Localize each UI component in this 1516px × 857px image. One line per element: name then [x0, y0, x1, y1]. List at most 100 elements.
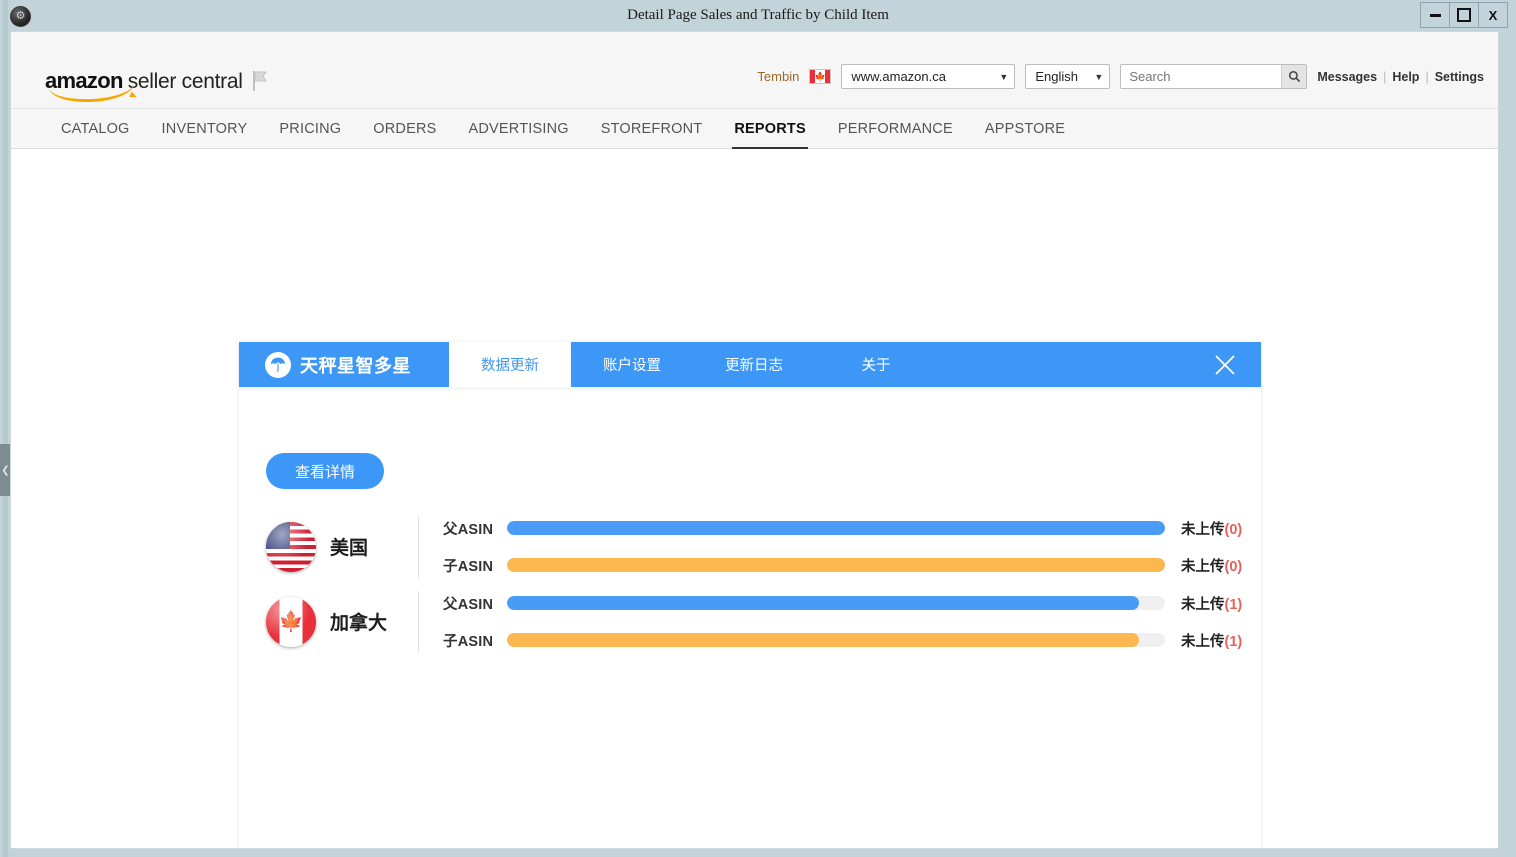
- upload-status-count: (0): [1224, 521, 1243, 538]
- upload-status-label: 未上传(1): [1181, 593, 1242, 614]
- language-select-value: English: [1035, 69, 1078, 84]
- progress-track: [507, 633, 1165, 647]
- dialog-tabbar: 天秤星智多星 数据更新 账户设置 更新日志 关于: [239, 342, 1261, 387]
- progress-fill: [507, 521, 1165, 535]
- dialog-logo-text: 天秤星智多星: [300, 355, 411, 376]
- country-row: 🍁 加拿大 父ASIN 未上传(1) 子ASIN 未上传(1): [266, 584, 1242, 659]
- window-title: Detail Page Sales and Traffic by Child I…: [627, 7, 889, 23]
- asin-type-label: 子ASIN: [443, 633, 494, 650]
- chevron-left-icon: ❮: [1, 464, 10, 476]
- upload-status-text: 未上传: [1181, 558, 1225, 575]
- seller-central-header: amazon seller central Tembin www.amazon.…: [11, 32, 1498, 109]
- link-separator: |: [1425, 69, 1429, 84]
- canada-flag-icon: 🍁: [266, 596, 316, 647]
- dialog-panel: 查看详情 美国 父ASIN 未上传(0) 子ASIN 未上传(0) 🍁 加拿大 父ASIN 未上…: [239, 390, 1261, 848]
- amazon-seller-central-logo[interactable]: amazon seller central: [45, 68, 243, 105]
- upload-status-text: 未上传: [1181, 521, 1225, 538]
- flag-icon: [253, 71, 267, 91]
- chevron-down-icon: ▼: [999, 71, 1009, 82]
- amazon-smile-icon: [48, 82, 136, 105]
- asin-type-label: 父ASIN: [443, 596, 494, 613]
- help-link[interactable]: Help: [1392, 70, 1419, 84]
- country-progress-list: 美国 父ASIN 未上传(0) 子ASIN 未上传(0) 🍁 加拿大 父ASIN 未上传(1) 子…: [266, 509, 1242, 659]
- search-icon: [1288, 70, 1300, 83]
- view-detail-button[interactable]: 查看详情: [266, 453, 384, 489]
- close-button[interactable]: X: [1478, 2, 1508, 28]
- asin-progress-group: 父ASIN 未上传(1) 子ASIN 未上传(1): [418, 590, 1242, 653]
- chevron-down-icon: ▼: [1094, 71, 1104, 82]
- country-identity: 美国: [266, 521, 418, 572]
- upload-status-text: 未上传: [1181, 596, 1225, 613]
- marketplace-select[interactable]: www.amazon.ca ▼: [841, 64, 1016, 89]
- upload-status-count: (1): [1224, 596, 1243, 613]
- link-separator: |: [1383, 69, 1387, 84]
- dialog-close-button[interactable]: [1205, 342, 1245, 387]
- upload-status-label: 未上传(1): [1181, 630, 1242, 651]
- dialog-tab-2[interactable]: 更新日志: [693, 342, 815, 387]
- nav-item-inventory[interactable]: INVENTORY: [146, 109, 264, 148]
- dialog-tab-0[interactable]: 数据更新: [449, 342, 571, 387]
- upload-status-text: 未上传: [1181, 633, 1225, 650]
- progress-track: [507, 596, 1165, 610]
- search-input[interactable]: [1121, 64, 1282, 89]
- asin-type-label: 父ASIN: [443, 521, 494, 538]
- asin-progress-row: 子ASIN 未上传(1): [443, 630, 1242, 651]
- progress-fill: [507, 558, 1165, 572]
- country-identity: 🍁 加拿大: [266, 596, 418, 647]
- messages-link[interactable]: Messages: [1317, 70, 1377, 84]
- minimize-button[interactable]: [1420, 2, 1450, 28]
- browser-page: amazon seller central Tembin www.amazon.…: [10, 31, 1499, 849]
- search-box: [1120, 64, 1308, 89]
- settings-link[interactable]: Settings: [1435, 70, 1484, 84]
- progress-fill: [507, 633, 1139, 647]
- nav-item-performance[interactable]: PERFORMANCE: [822, 109, 969, 148]
- asin-progress-row: 父ASIN 未上传(0): [443, 518, 1242, 539]
- seller-central-wordmark: seller central: [127, 70, 243, 93]
- left-edge-rail: [3, 0, 8, 857]
- country-name: 加拿大: [330, 613, 388, 634]
- header-right-cluster: Tembin www.amazon.ca ▼ English ▼: [757, 64, 1484, 89]
- upload-status-count: (0): [1224, 558, 1243, 575]
- nav-item-appstore[interactable]: APPSTORE: [969, 109, 1081, 148]
- window-controls: X: [1420, 2, 1508, 28]
- minimize-icon: [1429, 13, 1441, 17]
- nav-item-orders[interactable]: ORDERS: [357, 109, 452, 148]
- nav-item-advertising[interactable]: ADVERTISING: [453, 109, 585, 148]
- progress-track: [507, 521, 1165, 535]
- asin-type-label: 子ASIN: [443, 558, 494, 575]
- marketplace-select-value: www.amazon.ca: [851, 69, 946, 84]
- upload-status-label: 未上传(0): [1181, 555, 1242, 576]
- country-row: 美国 父ASIN 未上传(0) 子ASIN 未上传(0): [266, 509, 1242, 584]
- nav-item-reports[interactable]: REPORTS: [718, 109, 822, 149]
- asin-progress-row: 子ASIN 未上传(0): [443, 555, 1242, 576]
- progress-track: [507, 558, 1165, 572]
- main-navigation: CATALOG INVENTORY PRICING ORDERS ADVERTISING…: [11, 109, 1498, 149]
- search-button[interactable]: [1281, 65, 1307, 88]
- header-links: Messages | Help | Settings: [1317, 70, 1484, 84]
- page-body: 天秤星智多星 数据更新 账户设置 更新日志 关于 查看详情 美国 父ASIN 未上传(0)…: [11, 149, 1498, 848]
- maximize-icon: [1457, 8, 1471, 22]
- nav-item-catalog[interactable]: CATALOG: [45, 109, 146, 148]
- maximize-button[interactable]: [1449, 2, 1479, 28]
- app-root: ⚙ Detail Page Sales and Traffic by Child…: [0, 0, 1516, 857]
- close-icon: [1215, 354, 1235, 375]
- asin-progress-group: 父ASIN 未上传(0) 子ASIN 未上传(0): [418, 515, 1242, 578]
- nav-item-pricing[interactable]: PRICING: [263, 109, 357, 148]
- country-name: 美国: [330, 538, 369, 559]
- progress-fill: [507, 596, 1139, 610]
- dialog-tab-1[interactable]: 账户设置: [571, 342, 693, 387]
- dialog-tabs: 数据更新 账户设置 更新日志 关于: [449, 342, 937, 387]
- update-dialog: 天秤星智多星 数据更新 账户设置 更新日志 关于 查看详情 美国 父ASIN 未上传(0)…: [239, 342, 1261, 848]
- dialog-logo: 天秤星智多星: [239, 342, 449, 387]
- upload-status-label: 未上传(0): [1181, 518, 1242, 539]
- umbrella-logo-icon: [265, 351, 291, 378]
- nav-item-storefront[interactable]: STOREFRONT: [585, 109, 719, 148]
- maple-leaf-icon: 🍁: [278, 610, 304, 633]
- canada-flag-icon: [809, 69, 832, 84]
- asin-progress-row: 父ASIN 未上传(1): [443, 593, 1242, 614]
- language-select[interactable]: English ▼: [1025, 64, 1111, 89]
- dialog-tab-3[interactable]: 关于: [815, 342, 937, 387]
- us-flag-icon: [266, 521, 316, 572]
- window-titlebar: ⚙ Detail Page Sales and Traffic by Child…: [0, 0, 1516, 31]
- upload-status-count: (1): [1224, 633, 1243, 650]
